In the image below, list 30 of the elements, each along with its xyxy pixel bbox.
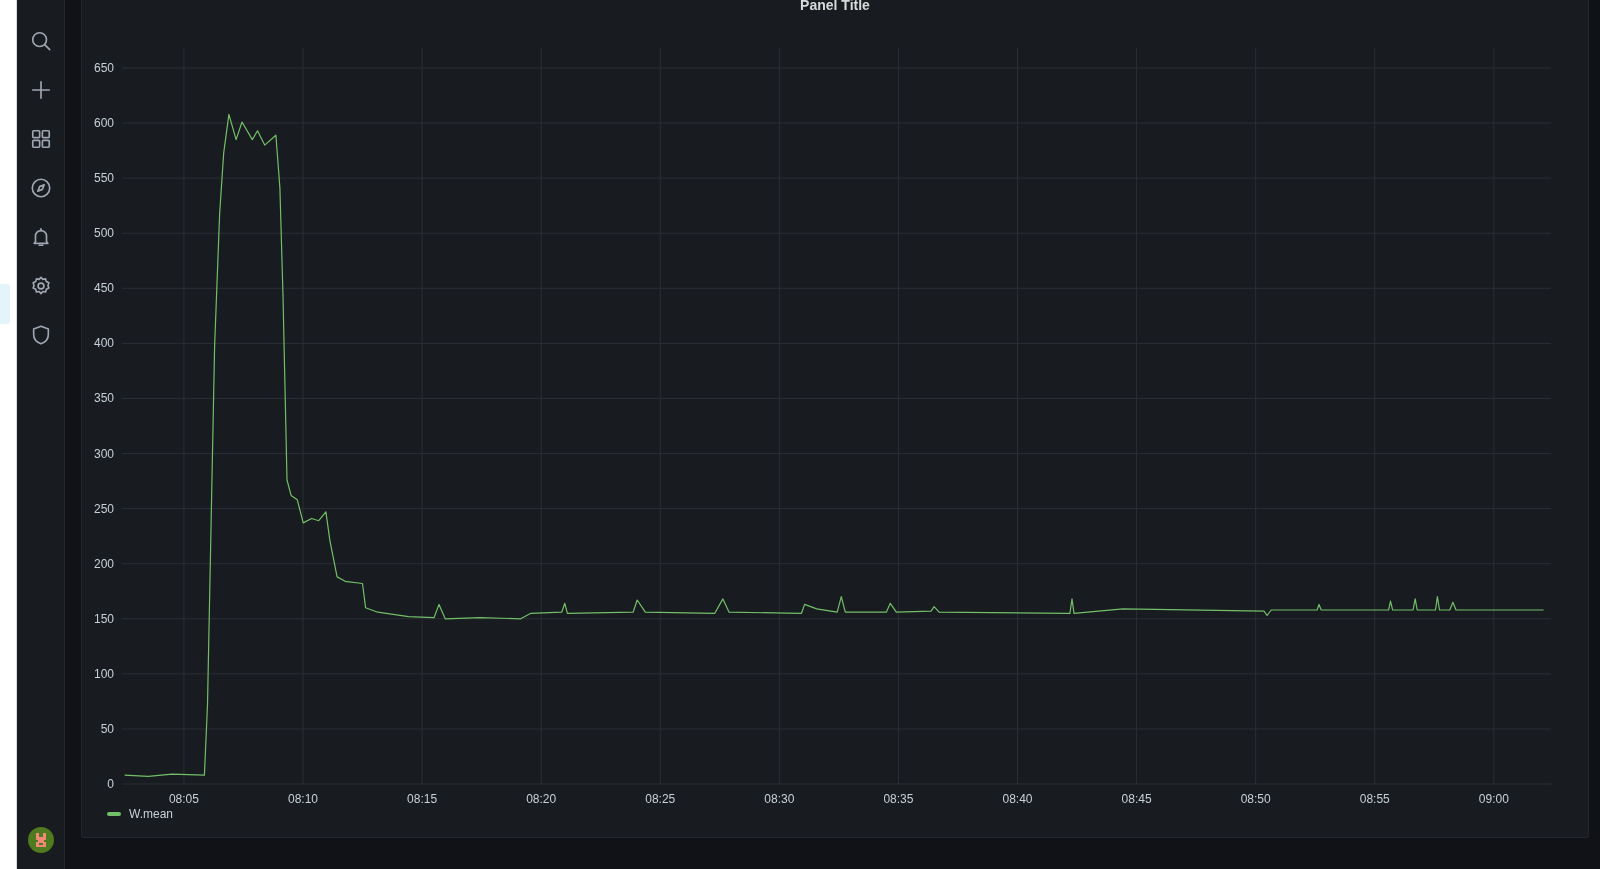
x-axis-label: 08:40: [1002, 792, 1033, 805]
y-axis-label: 650: [93, 61, 114, 75]
y-axis-label: 0: [107, 777, 114, 791]
y-axis-label: 450: [93, 281, 114, 296]
x-axis-label: 08:15: [407, 792, 438, 805]
x-axis-label: 08:55: [1359, 792, 1390, 805]
x-axis-label: 08:30: [764, 792, 795, 805]
y-axis-label: 50: [100, 721, 114, 736]
y-axis-label: 600: [93, 116, 114, 131]
y-axis-label: 200: [93, 556, 114, 571]
y-axis-label: 250: [93, 501, 114, 516]
y-axis-label: 400: [93, 336, 114, 351]
x-axis-label: 08:05: [168, 792, 199, 805]
x-axis-label: 08:25: [645, 792, 676, 805]
avatar-icon[interactable]: [27, 827, 54, 853]
y-axis-label: 150: [93, 611, 114, 626]
x-axis-label: 08:45: [1121, 792, 1152, 805]
x-axis-label: 08:50: [1240, 792, 1271, 805]
y-axis-label: 350: [93, 391, 114, 406]
panel-title: Panel Title: [800, 0, 870, 12]
highlight-marker: [0, 284, 10, 324]
legend-label[interactable]: W.mean: [129, 807, 173, 821]
y-axis-label: 300: [93, 446, 114, 461]
y-axis-label: 550: [93, 171, 114, 186]
y-axis-label: 100: [93, 666, 114, 681]
x-axis-label: 09:00: [1478, 792, 1509, 805]
x-axis-label: 08:35: [883, 792, 914, 805]
x-axis-label: 08:20: [526, 792, 557, 805]
y-axis-label: 500: [93, 226, 114, 241]
x-axis-label: 08:10: [288, 792, 318, 805]
